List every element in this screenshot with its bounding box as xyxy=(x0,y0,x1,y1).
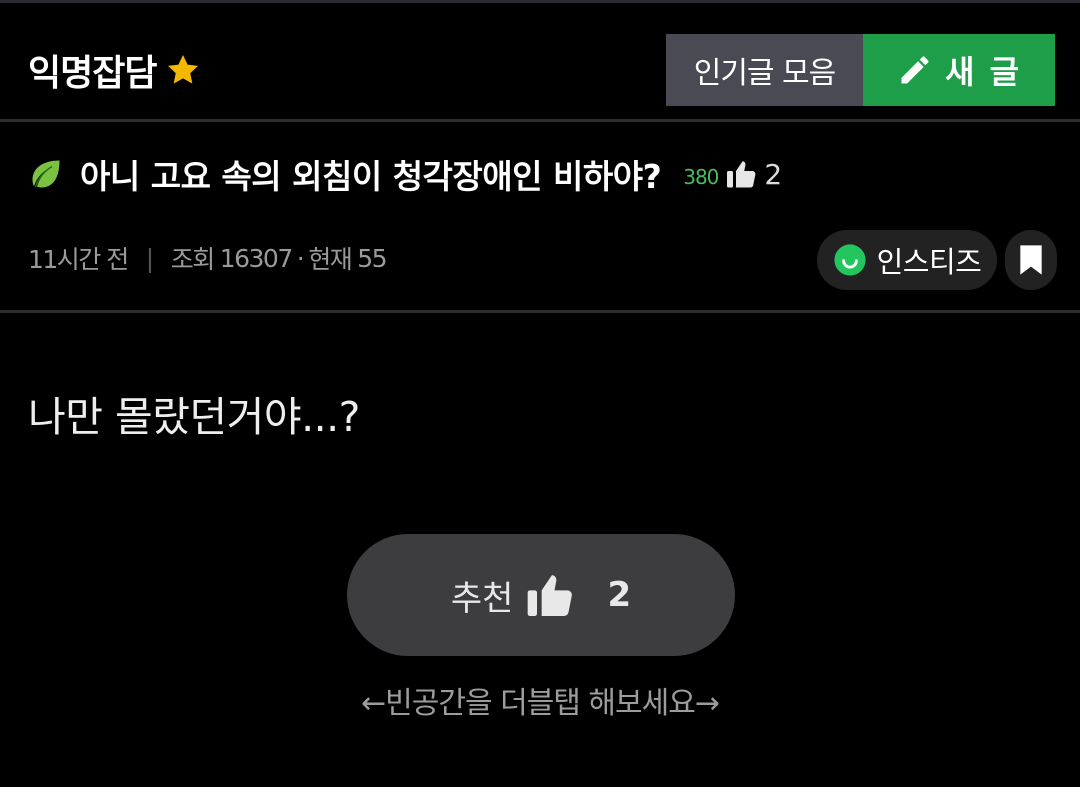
popular-posts-button[interactable]: 인기글 모음 xyxy=(666,34,863,106)
board-title-label: 익명잡담 xyxy=(28,53,157,94)
thumbs-up-icon xyxy=(528,575,573,617)
post-meta: 11시간 전 | 조회 16307 · 현재 55 xyxy=(28,240,388,276)
recommend-button[interactable]: 추천 2 xyxy=(347,534,735,656)
post-like-count: 2 xyxy=(764,157,783,191)
author-name: 인스티즈 xyxy=(876,245,982,279)
current-label: 현재 xyxy=(308,245,353,274)
post-title-row: 아니 고요 속의 외침이 청각장애인 비하야? 380 2 xyxy=(28,150,782,198)
views-label: 조회 xyxy=(170,245,216,274)
meta-dot: · xyxy=(296,243,305,273)
bookmark-button[interactable] xyxy=(1005,230,1057,290)
bookmark-icon xyxy=(1020,245,1042,275)
meta-divider xyxy=(0,310,1080,313)
popular-posts-label: 인기글 모음 xyxy=(693,56,837,91)
star-icon xyxy=(168,54,199,84)
post-body: 나만 몰랐던거야...? xyxy=(28,393,360,441)
author-level-badge: 380 xyxy=(683,165,719,189)
recommend-count: 2 xyxy=(607,575,632,615)
pencil-icon xyxy=(901,56,929,84)
views-count: 16307 xyxy=(219,243,294,273)
header-divider xyxy=(0,119,1080,122)
new-post-label: 새 글 xyxy=(944,53,1022,91)
post-title: 아니 고요 속의 외침이 청각장애인 비하야? xyxy=(80,157,662,196)
post-time: 11시간 전 xyxy=(28,245,129,274)
meta-separator: | xyxy=(145,243,154,273)
new-post-button[interactable]: 새 글 xyxy=(863,34,1055,106)
thumbs-up-icon xyxy=(727,161,756,188)
smile-icon xyxy=(834,244,866,276)
recommend-label: 추천 xyxy=(450,578,514,619)
board-title[interactable]: 익명잡담 xyxy=(28,44,202,96)
double-tap-hint: ←빈공간을 더블탭 해보세요→ xyxy=(361,686,720,721)
author-button[interactable]: 인스티즈 xyxy=(817,230,997,290)
current-viewers: 55 xyxy=(357,243,387,273)
top-strip xyxy=(0,0,1080,3)
leaf-icon xyxy=(32,160,60,188)
